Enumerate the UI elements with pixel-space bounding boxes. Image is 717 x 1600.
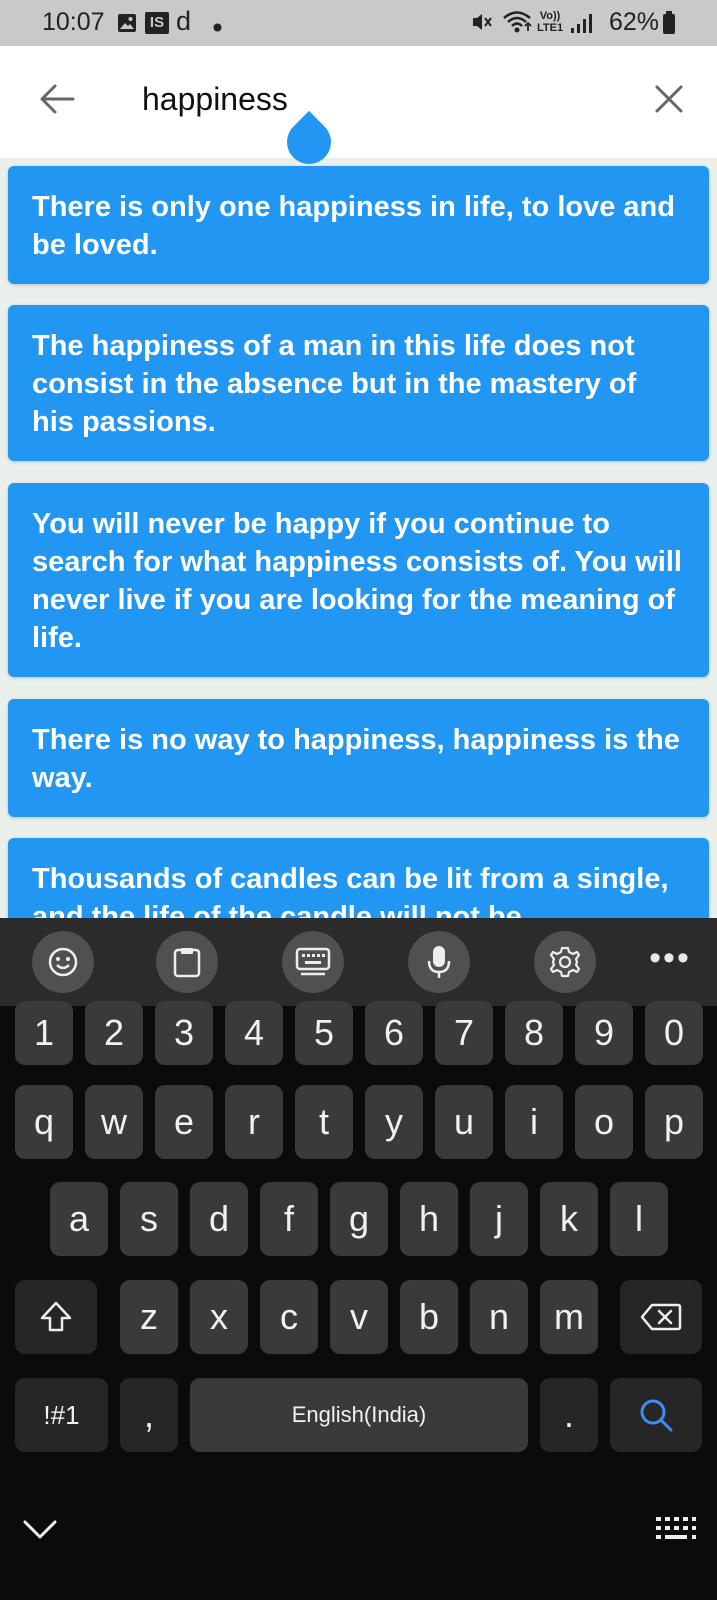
quote-text: There is no way to happiness, happiness …	[32, 724, 680, 794]
notification-dot-icon	[213, 19, 222, 37]
key-m[interactable]: m	[540, 1280, 598, 1354]
switch-keyboard-button[interactable]	[651, 1510, 701, 1550]
voice-input-button[interactable]	[408, 931, 470, 993]
results-list: There is only one happiness in life, to …	[0, 158, 717, 918]
back-button[interactable]	[34, 76, 80, 122]
key-c[interactable]: c	[260, 1280, 318, 1354]
search-icon	[640, 1399, 673, 1432]
close-icon	[655, 85, 683, 113]
search-header	[0, 46, 717, 158]
key-v[interactable]: v	[330, 1280, 388, 1354]
backspace-key[interactable]	[620, 1280, 702, 1354]
key-n[interactable]: n	[470, 1280, 528, 1354]
settings-icon	[549, 946, 581, 978]
search-input[interactable]	[142, 74, 602, 124]
clipboard-icon	[173, 948, 201, 978]
quote-text: You will never be happy if you continue …	[32, 508, 682, 654]
key-0[interactable]: 0	[645, 1001, 703, 1065]
shift-key[interactable]	[15, 1280, 97, 1354]
key-1[interactable]: 1	[15, 1001, 73, 1065]
comma-key[interactable]: ,	[120, 1378, 178, 1452]
list-item[interactable]: There is only one happiness in life, to …	[8, 166, 709, 284]
key-8[interactable]: 8	[505, 1001, 563, 1065]
key-e[interactable]: e	[155, 1085, 213, 1159]
symbols-key[interactable]: !#1	[15, 1378, 108, 1452]
key-j[interactable]: j	[470, 1182, 528, 1256]
gallery-icon	[117, 13, 137, 38]
status-bar: 10:07 IS d Vo)) LTE1 62%	[0, 0, 717, 46]
shift-icon	[40, 1301, 72, 1332]
key-k[interactable]: k	[540, 1182, 598, 1256]
key-r[interactable]: r	[225, 1085, 283, 1159]
hide-keyboard-button[interactable]	[18, 1508, 62, 1552]
key-w[interactable]: w	[85, 1085, 143, 1159]
emoji-icon	[48, 947, 78, 977]
key-p[interactable]: p	[645, 1085, 703, 1159]
mute-icon	[471, 11, 495, 38]
keyboard-toolbar: •••	[0, 918, 717, 1006]
space-key[interactable]: English(India)	[190, 1378, 528, 1452]
search-key[interactable]	[610, 1378, 702, 1452]
backspace-icon	[640, 1303, 682, 1331]
key-3[interactable]: 3	[155, 1001, 213, 1065]
battery-icon	[662, 11, 676, 40]
key-z[interactable]: z	[120, 1280, 178, 1354]
key-5[interactable]: 5	[295, 1001, 353, 1065]
key-4[interactable]: 4	[225, 1001, 283, 1065]
keyboard-layout-button[interactable]	[282, 931, 344, 993]
keyboard-settings-button[interactable]	[534, 931, 596, 993]
keyboard: ••• 1 2 3 4 5 6 7 8 9 0 q w e r t y u i …	[0, 918, 717, 1600]
list-item[interactable]: The happiness of a man in this life does…	[8, 305, 709, 461]
key-9[interactable]: 9	[575, 1001, 633, 1065]
key-d[interactable]: d	[190, 1182, 248, 1256]
quote-text: There is only one happiness in life, to …	[32, 191, 675, 261]
clipboard-button[interactable]	[156, 931, 218, 993]
battery-percent: 62%	[609, 8, 660, 36]
quote-text: The happiness of a man in this life does…	[32, 330, 637, 438]
key-x[interactable]: x	[190, 1280, 248, 1354]
key-i[interactable]: i	[505, 1085, 563, 1159]
keyboard-icon	[656, 1517, 696, 1539]
status-time: 10:07	[42, 8, 105, 36]
key-q[interactable]: q	[15, 1085, 73, 1159]
key-b[interactable]: b	[400, 1280, 458, 1354]
clear-search-button[interactable]	[646, 76, 692, 122]
key-u[interactable]: u	[435, 1085, 493, 1159]
key-t[interactable]: t	[295, 1085, 353, 1159]
key-o[interactable]: o	[575, 1085, 633, 1159]
arrow-left-icon	[40, 84, 75, 114]
quote-text: Thousands of candles can be lit from a s…	[32, 863, 669, 918]
key-f[interactable]: f	[260, 1182, 318, 1256]
key-g[interactable]: g	[330, 1182, 388, 1256]
emoji-button[interactable]	[32, 931, 94, 993]
microphone-icon	[427, 946, 451, 978]
key-y[interactable]: y	[365, 1085, 423, 1159]
key-6[interactable]: 6	[365, 1001, 423, 1065]
key-2[interactable]: 2	[85, 1001, 143, 1065]
volte-icon: Vo)) LTE1	[537, 10, 564, 34]
signal-icon	[570, 12, 594, 39]
period-key[interactable]: .	[540, 1378, 598, 1452]
key-a[interactable]: a	[50, 1182, 108, 1256]
key-s[interactable]: s	[120, 1182, 178, 1256]
more-icon[interactable]: •••	[645, 938, 695, 984]
key-l[interactable]: l	[610, 1182, 668, 1256]
key-h[interactable]: h	[400, 1182, 458, 1256]
keyboard-layout-icon	[295, 947, 331, 976]
d-app-icon: d	[176, 6, 192, 36]
list-item[interactable]: Thousands of candles can be lit from a s…	[8, 838, 709, 918]
list-item[interactable]: You will never be happy if you continue …	[8, 483, 709, 677]
wifi-icon	[502, 9, 534, 40]
is-app-icon: IS	[145, 12, 169, 34]
list-item[interactable]: There is no way to happiness, happiness …	[8, 699, 709, 817]
chevron-down-icon	[23, 1520, 57, 1539]
key-7[interactable]: 7	[435, 1001, 493, 1065]
